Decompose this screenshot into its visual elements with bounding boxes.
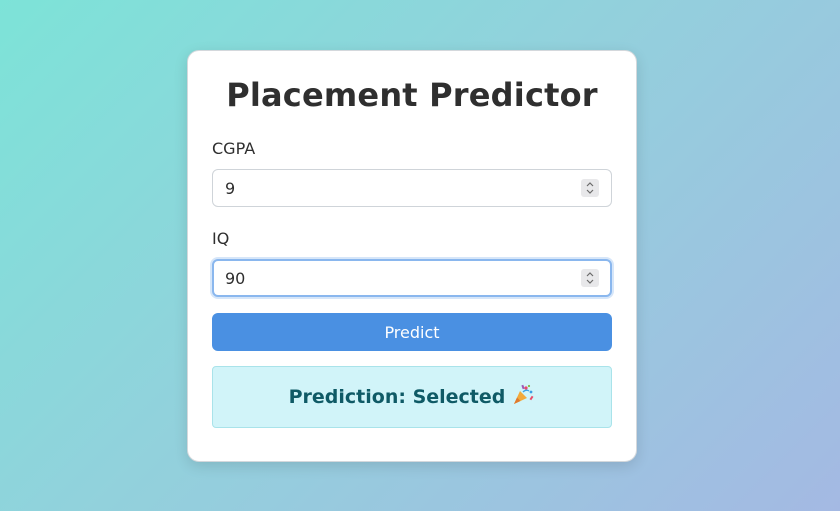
stepper-arrows-icon [586, 182, 594, 194]
prediction-result: Prediction: Selected [212, 366, 612, 428]
page-title: Placement Predictor [226, 76, 598, 114]
iq-field [212, 259, 612, 297]
iq-label: IQ [212, 229, 230, 248]
iq-stepper[interactable] [581, 269, 599, 287]
stepper-arrows-icon [586, 272, 594, 284]
cgpa-input[interactable] [225, 170, 565, 206]
party-popper-icon [511, 383, 535, 411]
cgpa-stepper[interactable] [581, 179, 599, 197]
prediction-text: Prediction: Selected [288, 386, 506, 408]
iq-input[interactable] [225, 261, 565, 295]
predictor-card: Placement Predictor CGPA IQ Predict Pred… [187, 50, 637, 462]
cgpa-field [212, 169, 612, 207]
cgpa-label: CGPA [212, 139, 256, 158]
predict-button[interactable]: Predict [212, 313, 612, 351]
